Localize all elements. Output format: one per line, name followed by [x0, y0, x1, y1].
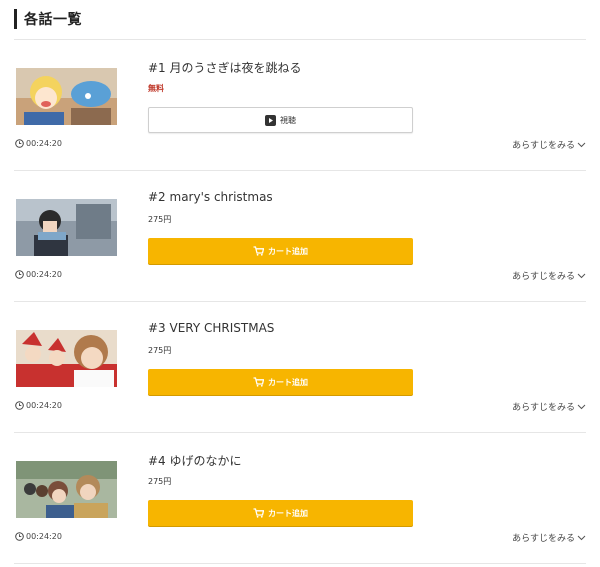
episode-duration: 00:24:20: [15, 532, 62, 541]
add-to-cart-label: カート追加: [268, 377, 308, 387]
cart-icon: [253, 508, 264, 518]
chevron-down-icon: [577, 404, 586, 410]
episode-item-4: #4 ゆげのなかに 275円 カート追加 00:24:20 あらすじをみる: [14, 433, 586, 564]
cart-icon: [253, 246, 264, 256]
watch-button-label: 視聴: [280, 115, 296, 125]
episode-price: 無料: [148, 84, 164, 93]
chevron-down-icon: [577, 535, 586, 541]
header-accent-bar: [14, 9, 17, 29]
synopsis-label: あらすじをみる: [512, 141, 575, 151]
episode-title[interactable]: #4 ゆげのなかに: [148, 452, 242, 469]
episode-duration: 00:24:20: [15, 139, 62, 148]
clock-icon: [15, 139, 24, 148]
episode-thumbnail[interactable]: [16, 199, 117, 256]
synopsis-toggle[interactable]: あらすじをみる: [512, 269, 586, 282]
cart-icon: [253, 377, 264, 387]
clock-icon: [15, 270, 24, 279]
duration-text: 00:24:20: [26, 270, 62, 279]
episode-thumbnail[interactable]: [16, 68, 117, 125]
clock-icon: [15, 532, 24, 541]
play-icon: [265, 114, 276, 126]
episode-thumbnail[interactable]: [16, 330, 117, 387]
episode-price: 275円: [148, 477, 172, 486]
episode-price: 275円: [148, 215, 172, 224]
add-to-cart-label: カート追加: [268, 246, 308, 256]
add-to-cart-button[interactable]: カート追加: [148, 369, 413, 395]
watch-button[interactable]: 視聴: [148, 107, 413, 133]
episode-title[interactable]: #2 mary's christmas: [148, 190, 273, 204]
episode-item-2: #2 mary's christmas 275円 カート追加 00:24:20 …: [14, 171, 586, 302]
episode-thumbnail[interactable]: [16, 461, 117, 518]
episode-duration: 00:24:20: [15, 270, 62, 279]
section-title: 各話一覧: [24, 12, 82, 28]
synopsis-label: あらすじをみる: [512, 272, 575, 282]
episode-title[interactable]: #3 VERY CHRISTMAS: [148, 321, 274, 335]
episode-price: 275円: [148, 346, 172, 355]
chevron-down-icon: [577, 273, 586, 279]
synopsis-toggle[interactable]: あらすじをみる: [512, 400, 586, 413]
add-to-cart-button[interactable]: カート追加: [148, 500, 413, 526]
synopsis-label: あらすじをみる: [512, 534, 575, 544]
episode-divider: [14, 563, 586, 564]
clock-icon: [15, 401, 24, 410]
add-to-cart-button[interactable]: カート追加: [148, 238, 413, 264]
synopsis-toggle[interactable]: あらすじをみる: [512, 531, 586, 544]
episode-duration: 00:24:20: [15, 401, 62, 410]
add-to-cart-label: カート追加: [268, 508, 308, 518]
duration-text: 00:24:20: [26, 401, 62, 410]
section-header: 各話一覧: [14, 8, 82, 30]
duration-text: 00:24:20: [26, 532, 62, 541]
episode-title[interactable]: #1 月のうさぎは夜を跳ねる: [148, 59, 302, 76]
chevron-down-icon: [577, 142, 586, 148]
synopsis-toggle[interactable]: あらすじをみる: [512, 138, 586, 151]
synopsis-label: あらすじをみる: [512, 403, 575, 413]
episode-item-1: #1 月のうさぎは夜を跳ねる 無料 視聴 00:24:20 あらすじをみる: [14, 40, 586, 171]
duration-text: 00:24:20: [26, 139, 62, 148]
episode-item-3: #3 VERY CHRISTMAS 275円 カート追加 00:24:20 あら…: [14, 302, 586, 433]
